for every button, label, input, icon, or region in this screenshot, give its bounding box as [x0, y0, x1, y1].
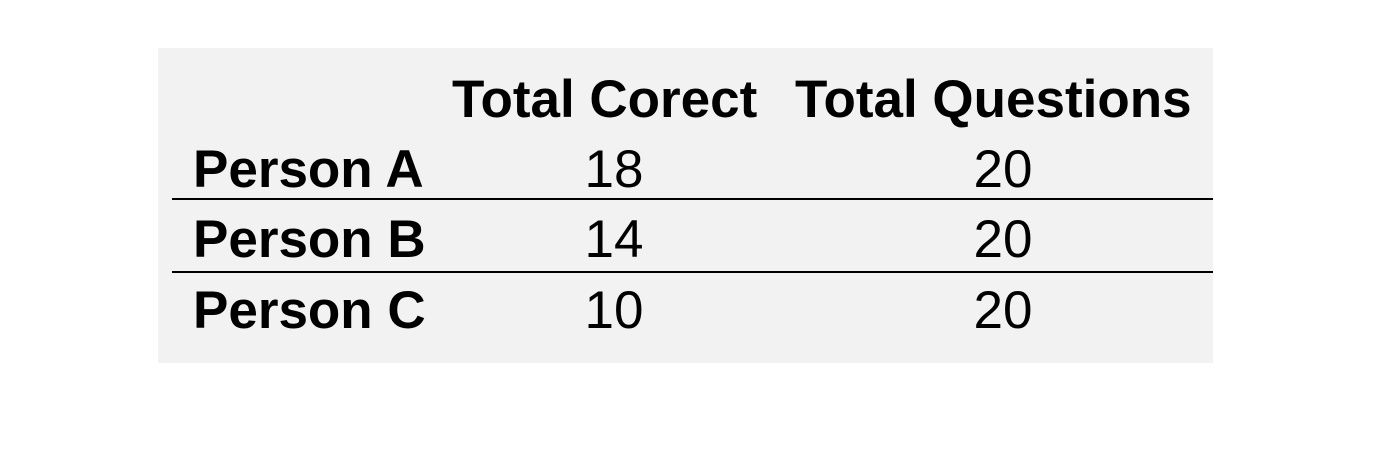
cell-correct-person-a: 18 [584, 140, 644, 199]
row-label-person-a: Person A [193, 140, 424, 199]
row-label-person-b: Person B [193, 210, 426, 269]
row-divider [172, 198, 1213, 200]
cell-correct-person-b: 14 [584, 210, 644, 269]
cell-correct-person-c: 10 [584, 281, 644, 340]
cell-questions-person-c: 20 [973, 281, 1033, 340]
row-label-person-c: Person C [193, 281, 426, 340]
header-total-questions: Total Questions [795, 70, 1192, 129]
cell-questions-person-a: 20 [973, 140, 1033, 199]
row-divider [172, 271, 1213, 273]
cell-questions-person-b: 20 [973, 210, 1033, 269]
header-total-correct: Total Corect [452, 70, 758, 129]
